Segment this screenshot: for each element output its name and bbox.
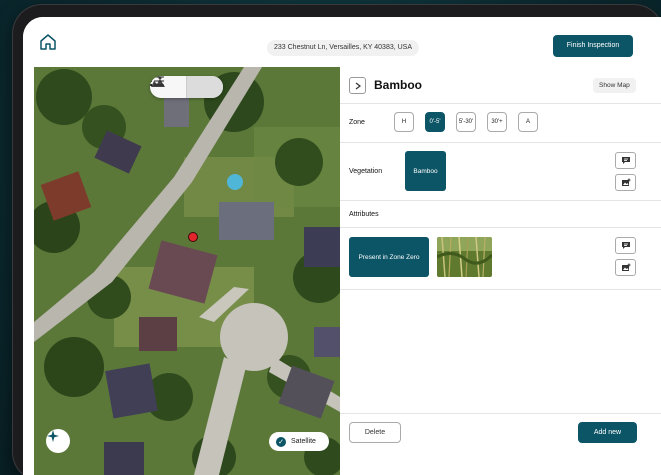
map-list-toggle — [150, 76, 223, 98]
attributes-label: Attributes — [349, 211, 379, 218]
bamboo-photo — [437, 237, 492, 277]
vegetation-comment-button[interactable] — [615, 152, 636, 169]
detail-panel: Bamboo Show Map Zone H 0'-5' 5'-30' 30'+… — [340, 67, 661, 475]
attribute-photo-thumbnail[interactable] — [437, 237, 492, 277]
vegetation-add-photo-button[interactable] — [615, 174, 636, 191]
comment-icon — [621, 157, 630, 164]
collapse-panel-button[interactable] — [349, 77, 366, 94]
zone-option-a[interactable]: A — [518, 112, 538, 132]
app-screen: 233 Chestnut Ln, Versailles, KY 40383, U… — [23, 17, 661, 475]
divider — [340, 103, 661, 104]
divider — [340, 142, 661, 143]
finish-inspection-button[interactable]: Finish Inspection — [553, 35, 633, 57]
add-photo-icon — [621, 263, 630, 271]
divider — [340, 289, 661, 290]
show-map-button[interactable]: Show Map — [593, 78, 636, 93]
zone-option-5-30[interactable]: 5'-30' — [456, 112, 476, 132]
address-pill: 233 Chestnut Ln, Versailles, KY 40383, U… — [267, 40, 420, 56]
zone-label: Zone — [349, 119, 365, 126]
delete-button[interactable]: Delete — [349, 422, 401, 443]
list-view-tab[interactable] — [150, 76, 223, 98]
home-button[interactable] — [38, 32, 58, 52]
check-icon: ✓ — [276, 436, 286, 447]
comment-icon — [621, 242, 630, 249]
panel-title: Bamboo — [374, 78, 422, 92]
chevron-right-icon — [355, 82, 361, 89]
satellite-map[interactable]: ✓ Satellite — [34, 67, 340, 475]
vegetation-label: Vegetation — [349, 168, 383, 175]
sparkle-icon — [47, 430, 59, 442]
attribute-add-photo-button[interactable] — [615, 259, 636, 276]
map-imagery — [34, 67, 340, 475]
zone-option-30-plus[interactable]: 30'+ — [487, 112, 507, 132]
divider — [340, 227, 661, 228]
list-view-icon — [150, 76, 164, 86]
inspection-marker[interactable] — [188, 232, 198, 242]
attribute-comment-button[interactable] — [615, 237, 636, 254]
vegetation-tile[interactable]: Bamboo — [405, 151, 446, 191]
home-icon — [40, 34, 56, 50]
add-new-button[interactable]: Add new — [578, 422, 637, 443]
satellite-label: Satellite — [291, 438, 316, 445]
zone-option-h[interactable]: H — [394, 112, 414, 132]
ai-assist-button[interactable] — [46, 429, 70, 453]
attribute-tile[interactable]: Present in Zone Zero — [349, 237, 429, 277]
divider — [340, 200, 661, 201]
app-header: 233 Chestnut Ln, Versailles, KY 40383, U… — [23, 17, 661, 67]
footer-divider — [340, 413, 661, 414]
satellite-toggle[interactable]: ✓ Satellite — [269, 432, 329, 451]
zone-option-0-5[interactable]: 0'-5' — [425, 112, 445, 132]
add-photo-icon — [621, 178, 630, 186]
